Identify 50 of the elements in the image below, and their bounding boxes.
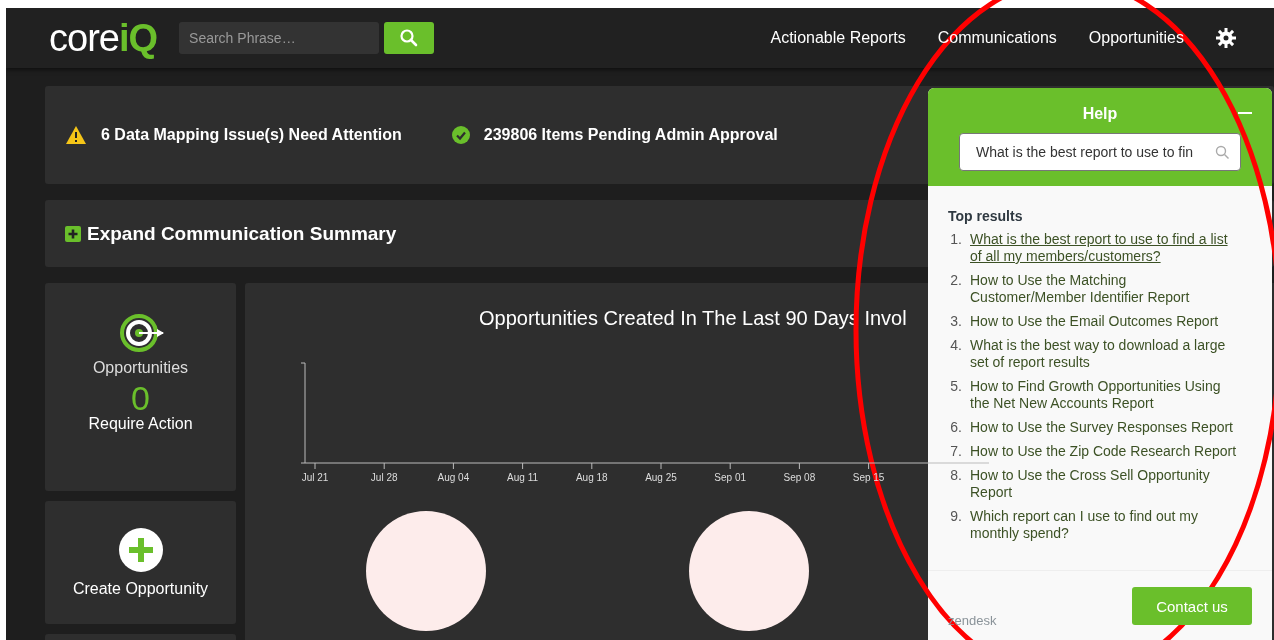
result-number: 7.: [949, 443, 962, 460]
alert-text: 6 Data Mapping Issue(s) Need Attention: [101, 126, 402, 144]
help-title: Help: [1082, 105, 1118, 123]
count-value: 0: [131, 381, 150, 415]
search-icon: [400, 29, 419, 47]
result-link[interactable]: What is the best report to use to find a list of all my members/customers?: [970, 231, 1241, 265]
result-number: 9.: [949, 508, 962, 526]
settings-icon[interactable]: [1216, 28, 1236, 48]
axis-tick-label: Aug 04: [437, 472, 470, 483]
card-title: Opportunities: [92, 359, 189, 377]
check-icon: [451, 126, 470, 144]
result-number: 1.: [949, 231, 962, 249]
result-link[interactable]: How to Use the Matching Customer/Member Identifier Report: [970, 272, 1241, 306]
card-label: Create Opportunity: [72, 579, 209, 598]
result-link[interactable]: Which report can I use to find out my monthly spend?: [970, 508, 1241, 542]
axis-tick-label: Sep 08: [783, 472, 816, 483]
plus-icon: [118, 527, 163, 572]
search-button[interactable]: [384, 22, 435, 54]
result-link[interactable]: How to Use the Zip Code Research Report: [970, 443, 1241, 460]
axis-tick-label: Sep 01: [714, 472, 747, 483]
create-opportunity-card[interactable]: Create Opportunity: [45, 501, 236, 624]
result-link[interactable]: How to Use the Survey Responses Report: [970, 419, 1241, 436]
axis-tick-label: Aug 25: [645, 472, 677, 483]
search-field[interactable]: Search Phrase…: [179, 22, 380, 54]
axis-tick-label: Jul 21: [301, 472, 329, 483]
result-number: 8.: [949, 467, 962, 485]
alert-text: 239806 Items Pending Admin Approval: [483, 126, 778, 144]
warning-icon: [65, 125, 87, 145]
result-number: 3.: [949, 313, 962, 330]
axis-tick-label: Jul 28: [370, 472, 398, 483]
result-number: 4.: [949, 337, 962, 355]
result-link[interactable]: How to Use the Cross Sell Opportunity Report: [970, 467, 1241, 501]
result-link[interactable]: How to Use the Email Outcomes Report: [970, 313, 1241, 330]
result-link[interactable]: What is the best way to download a large set of report results: [970, 337, 1241, 371]
results-heading: Top results: [948, 208, 1024, 224]
expand-icon[interactable]: [65, 225, 81, 242]
opportunities-card[interactable]: Opportunities 0 Require Action: [45, 283, 236, 491]
help-search-field[interactable]: What is the best report to use to fin: [959, 133, 1241, 171]
result-link[interactable]: How to Find Growth Opportunities Using the Net New Accounts Report: [970, 378, 1241, 412]
axis-tick-label: Aug 18: [575, 472, 608, 483]
nav-link[interactable]: Opportunities: [1088, 29, 1184, 47]
axis-tick-label: Aug 11: [507, 472, 539, 483]
expand-summary-link[interactable]: Expand Communication Summary: [87, 222, 397, 245]
nav-link[interactable]: Actionable Reports: [770, 29, 906, 47]
search-icon: [1215, 145, 1229, 159]
card-caption: Require Action: [88, 415, 193, 433]
result-number: 2.: [949, 272, 962, 290]
logo: coreiQ: [49, 16, 158, 60]
result-number: 5.: [949, 378, 962, 396]
result-number: 6.: [949, 419, 962, 436]
